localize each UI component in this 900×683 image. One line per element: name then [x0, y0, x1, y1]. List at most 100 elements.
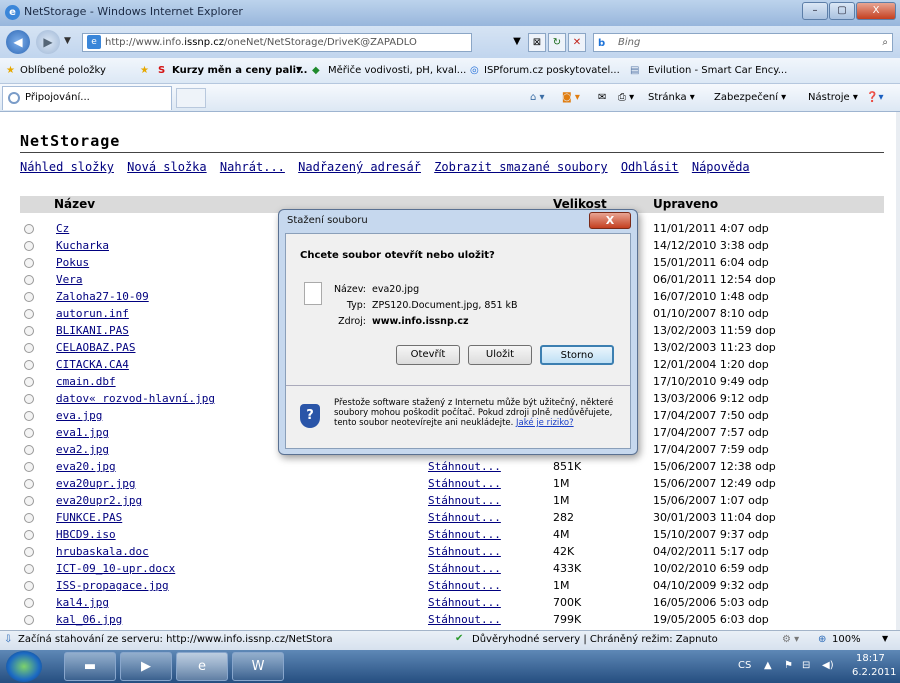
download-link[interactable]: Stáhnout... [428, 494, 501, 507]
file-name-link[interactable]: CELAOBAZ.PAS [56, 341, 135, 354]
file-name-link[interactable]: kal_06.jpg [56, 613, 122, 626]
search-icon[interactable]: ⌕ [882, 34, 888, 51]
file-name-link[interactable]: HBCD9.iso [56, 528, 116, 541]
address-input[interactable]: e http://www.info.issnp.cz/oneNet/NetSto… [82, 33, 472, 52]
row-radio[interactable] [24, 394, 34, 404]
file-name-link[interactable]: BLIKANI.PAS [56, 324, 129, 337]
download-link[interactable]: Stáhnout... [428, 460, 501, 473]
tab-current[interactable]: Připojování... [2, 86, 172, 110]
download-link[interactable]: Stáhnout... [428, 528, 501, 541]
fav-dropdown-icon[interactable]: ▼ [296, 65, 302, 74]
zone-text[interactable]: Důvěryhodné servery | Chráněný režim: Za… [472, 634, 718, 645]
print-icon[interactable]: ⎙ ▾ [618, 92, 634, 103]
file-name-link[interactable]: hrubaskala.doc [56, 545, 149, 558]
download-link[interactable]: Stáhnout... [428, 579, 501, 592]
file-name-link[interactable]: eva2.jpg [56, 443, 109, 456]
link-new-folder[interactable]: Nová složka [127, 160, 206, 174]
zoom-dropdown-icon[interactable]: ▼ [882, 634, 888, 643]
file-name-link[interactable]: ICT-09_10-upr.docx [56, 562, 175, 575]
search-input[interactable]: b Bing ⌕ [593, 33, 893, 52]
volume-icon[interactable]: ◀) [822, 660, 834, 671]
row-radio[interactable] [24, 496, 34, 506]
minimize-button[interactable]: – [802, 2, 828, 20]
link-logout[interactable]: Odhlásit [621, 160, 679, 174]
addons-icon[interactable]: ⚙ ▾ [782, 634, 799, 645]
row-radio[interactable] [24, 360, 34, 370]
stop-icon[interactable]: ✕ [568, 33, 586, 52]
new-tab-button[interactable] [176, 88, 206, 108]
zoom-icon[interactable]: ⊕ [818, 634, 826, 645]
row-radio[interactable] [24, 564, 34, 574]
file-name-link[interactable]: ISS-propagace.jpg [56, 579, 169, 592]
file-name-link[interactable]: eva20upr2.jpg [56, 494, 142, 507]
file-name-link[interactable]: cmain.dbf [56, 375, 116, 388]
row-radio[interactable] [24, 275, 34, 285]
download-link[interactable]: Stáhnout... [428, 596, 501, 609]
explorer-taskbar-icon[interactable]: ▬ [64, 652, 116, 681]
row-radio[interactable] [24, 292, 34, 302]
row-radio[interactable] [24, 343, 34, 353]
media-player-taskbar-icon[interactable]: ▶ [120, 652, 172, 681]
file-name-link[interactable]: autorun.inf [56, 307, 129, 320]
word-taskbar-icon[interactable]: W [232, 652, 284, 681]
row-radio[interactable] [24, 513, 34, 523]
file-name-link[interactable]: kal4.jpg [56, 596, 109, 609]
row-radio[interactable] [24, 309, 34, 319]
row-radio[interactable] [24, 326, 34, 336]
language-indicator[interactable]: CS [738, 660, 751, 671]
download-link[interactable]: Stáhnout... [428, 613, 501, 626]
page-menu[interactable]: Stránka ▾ [648, 92, 695, 103]
file-name-link[interactable]: Cz [56, 222, 69, 235]
network-icon[interactable]: ⊟ [802, 660, 810, 671]
start-button[interactable] [6, 651, 42, 682]
row-radio[interactable] [24, 377, 34, 387]
row-radio[interactable] [24, 615, 34, 625]
download-link[interactable]: Stáhnout... [428, 562, 501, 575]
link-help[interactable]: Nápověda [692, 160, 750, 174]
risk-link[interactable]: Jaké je riziko? [516, 418, 574, 428]
close-window-button[interactable]: X [856, 2, 896, 20]
security-menu[interactable]: Zabezpečení ▾ [714, 92, 786, 103]
zoom-level[interactable]: 100% [832, 634, 861, 645]
save-button[interactable]: Uložit [468, 345, 532, 365]
file-name-link[interactable]: eva.jpg [56, 409, 102, 422]
file-name-link[interactable]: Zaloha27-10-09 [56, 290, 149, 303]
row-radio[interactable] [24, 258, 34, 268]
file-name-link[interactable]: Vera [56, 273, 83, 286]
mail-icon[interactable]: ✉ [598, 92, 606, 103]
file-name-link[interactable]: FUNKCE.PAS [56, 511, 122, 524]
favorites-button[interactable]: Oblíbené položky [20, 65, 106, 76]
ie-taskbar-icon[interactable]: e [176, 652, 228, 681]
link-show-deleted[interactable]: Zobrazit smazané soubory [434, 160, 607, 174]
download-link[interactable]: Stáhnout... [428, 545, 501, 558]
dialog-close-button[interactable]: X [589, 212, 631, 229]
row-radio[interactable] [24, 224, 34, 234]
row-radio[interactable] [24, 530, 34, 540]
back-button[interactable]: ◀ [6, 30, 30, 54]
recent-pages-dropdown-icon[interactable]: ▼ [64, 36, 71, 46]
tools-menu[interactable]: Nástroje ▾ [808, 92, 858, 103]
open-button[interactable]: Otevřít [396, 345, 460, 365]
row-radio[interactable] [24, 445, 34, 455]
help-icon[interactable]: ❓▾ [866, 92, 883, 103]
cancel-button[interactable]: Storno [540, 345, 614, 365]
row-radio[interactable] [24, 547, 34, 557]
link-upload[interactable]: Nahrát... [220, 160, 285, 174]
row-radio[interactable] [24, 428, 34, 438]
maximize-button[interactable]: ▢ [829, 2, 855, 20]
fav-item-kurzy[interactable]: Kurzy měn a ceny pali... [172, 65, 307, 76]
file-name-link[interactable]: datov« rozvod-hlavní.jpg [56, 392, 215, 405]
header-name[interactable]: Název [54, 197, 95, 211]
link-parent-dir[interactable]: Nadřazený adresář [298, 160, 421, 174]
download-link[interactable]: Stáhnout... [428, 477, 501, 490]
fav-item-merice[interactable]: Měřiče vodivosti, pH, kval... [328, 65, 466, 76]
clock-time[interactable]: 18:17 [856, 653, 885, 664]
page-scrollbar[interactable] [896, 112, 900, 630]
row-radio[interactable] [24, 241, 34, 251]
refresh-icon[interactable]: ↻ [548, 33, 566, 52]
file-name-link[interactable]: CITACKA.CA4 [56, 358, 129, 371]
link-folder-preview[interactable]: Náhled složky [20, 160, 114, 174]
feeds-icon[interactable]: ◙ ▾ [562, 92, 580, 103]
window-titlebar[interactable]: e NetStorage - Windows Internet Explorer… [0, 0, 900, 26]
favorites-star-icon[interactable]: ★ [6, 65, 15, 76]
